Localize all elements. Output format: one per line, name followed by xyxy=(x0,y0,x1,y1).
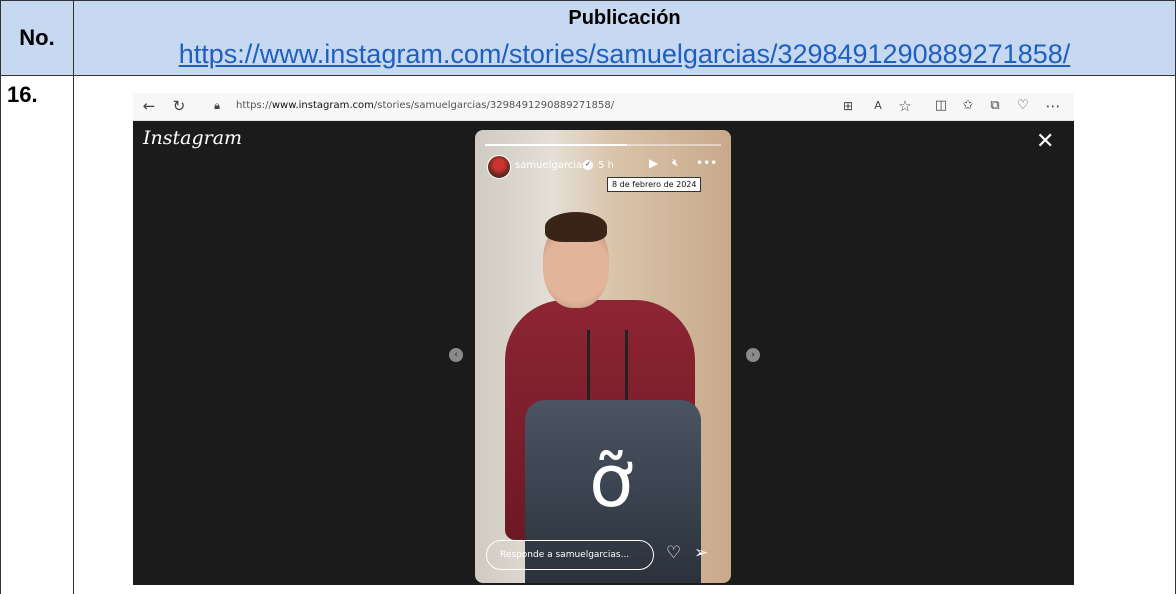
story-frame[interactable]: samuelgarcias ✓ 5 h ▶ 🔇︎ ••• 8 de febrer… xyxy=(475,130,731,583)
story-username[interactable]: samuelgarcias xyxy=(515,160,587,171)
instagram-viewport: Instagram ✕ ‹ › samuelgarcias ✓ 5 h ▶ 🔇︎… xyxy=(133,121,1074,585)
mute-icon[interactable]: 🔇︎ xyxy=(672,156,679,170)
split-screen-icon[interactable]: ◫ xyxy=(931,96,951,116)
address-bar[interactable]: https://www.instagram.com/stories/samuel… xyxy=(236,100,614,111)
next-story-icon[interactable]: › xyxy=(746,348,760,362)
document-table: No. Publicación https://www.instagram.co… xyxy=(0,0,1176,594)
reply-input[interactable]: Responde a samuelgarcias... xyxy=(486,540,654,570)
url-prefix: https:// xyxy=(236,100,272,111)
more-icon[interactable]: ⋯ xyxy=(1043,96,1063,116)
play-icon[interactable]: ▶ xyxy=(649,156,658,170)
microphone-right xyxy=(625,330,628,400)
favorites-icon[interactable]: ✩ xyxy=(958,96,978,116)
speaker-hair xyxy=(545,212,607,242)
publication-link[interactable]: https://www.instagram.com/stories/samuel… xyxy=(74,39,1175,70)
story-time: 5 h xyxy=(598,160,614,171)
prev-story-icon[interactable]: ‹ xyxy=(449,348,463,362)
read-aloud-icon[interactable]: A xyxy=(868,96,888,116)
microphone-left xyxy=(587,330,590,400)
back-icon[interactable]: ← xyxy=(139,96,159,116)
header-publicacion-title: Publicación xyxy=(568,7,681,29)
apps-icon[interactable]: ⊞ xyxy=(838,96,858,116)
header-publicacion: Publicación https://www.instagram.com/st… xyxy=(73,0,1176,76)
send-icon[interactable]: ➢ xyxy=(694,543,708,563)
heart-icon[interactable]: ♡ xyxy=(666,543,681,563)
instagram-logo[interactable]: Instagram xyxy=(143,127,242,149)
story-progress-fill xyxy=(485,144,627,146)
close-icon[interactable]: ✕ xyxy=(1036,129,1054,154)
collections-icon[interactable]: ⧉ xyxy=(985,96,1005,116)
row-number: 16. xyxy=(0,75,74,594)
lock-icon: 🔒︎ xyxy=(214,99,220,112)
verified-badge-icon: ✓ xyxy=(583,160,593,170)
date-tooltip: 8 de febrero de 2024 xyxy=(607,177,702,192)
refresh-icon[interactable]: ↻ xyxy=(169,96,189,116)
header-no: No. xyxy=(0,0,74,76)
browser-toolbar: ← ↻ 🔒︎ https://www.instagram.com/stories… xyxy=(133,93,1074,121)
url-path: /stories/samuelgarcias/32984912908892718… xyxy=(373,100,615,111)
health-icon[interactable]: ♡ xyxy=(1013,96,1033,116)
more-options-icon[interactable]: ••• xyxy=(696,156,717,170)
favorite-star-icon[interactable]: ☆ xyxy=(895,96,915,116)
avatar[interactable] xyxy=(487,155,511,179)
podium-emblem-icon: ỡ xyxy=(588,439,634,523)
url-domain: www.instagram.com xyxy=(271,100,374,111)
browser-screenshot: ← ↻ 🔒︎ https://www.instagram.com/stories… xyxy=(133,93,1074,585)
story-progress-bar xyxy=(485,144,721,146)
